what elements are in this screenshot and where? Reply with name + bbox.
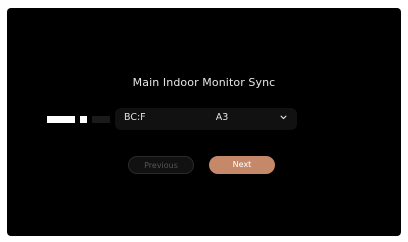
sync-screen: Main Indoor Monitor Sync BC:F A3 Previou…	[7, 8, 401, 236]
select-value-prefix: BC:F	[124, 112, 146, 123]
redaction-block	[92, 116, 110, 123]
redaction-block	[47, 116, 75, 123]
chevron-down-icon[interactable]	[280, 114, 287, 121]
page-title: Main Indoor Monitor Sync	[132, 76, 276, 89]
select-value-suffix: A3	[215, 112, 229, 123]
redaction-block	[80, 116, 87, 123]
monitor-select[interactable]: BC:F A3	[115, 108, 297, 130]
next-button[interactable]: Next	[209, 156, 275, 174]
select-value: BC:F A3	[124, 112, 228, 123]
previous-button[interactable]: Previous	[128, 156, 194, 174]
